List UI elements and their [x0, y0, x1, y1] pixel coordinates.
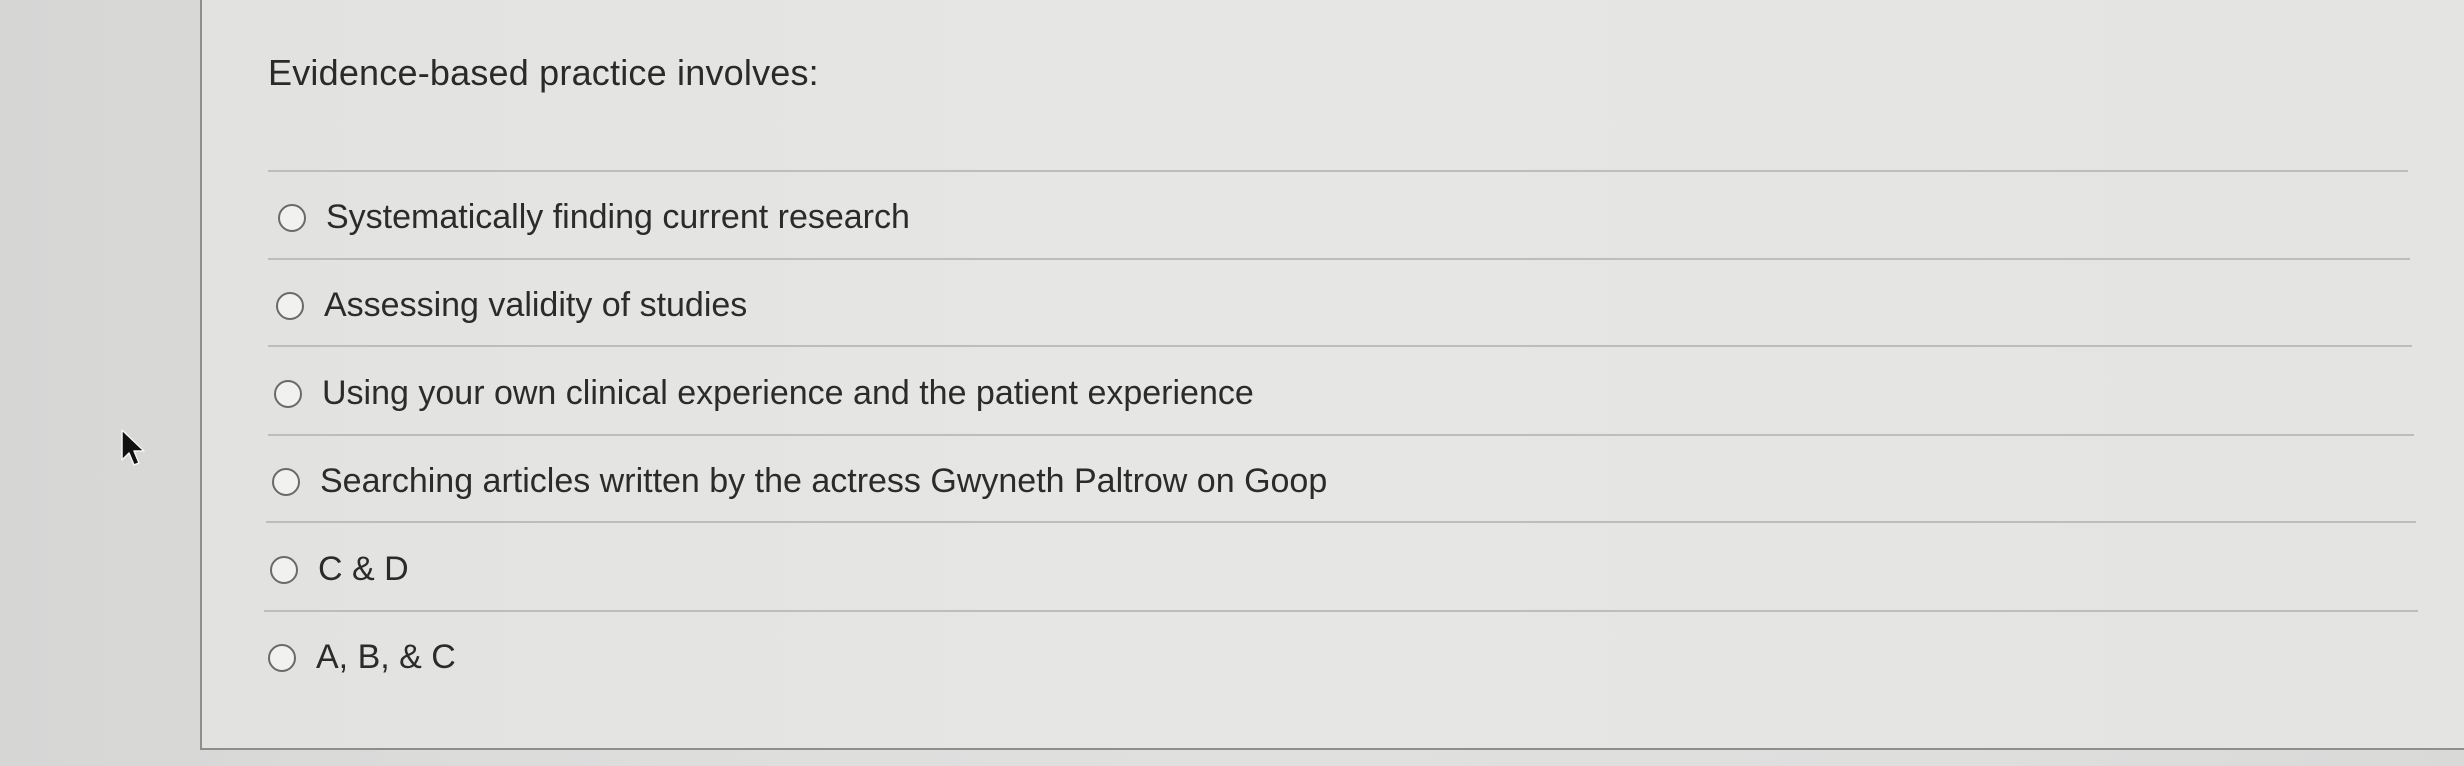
option-divider: [268, 345, 2412, 347]
arrow-pointer-icon: [121, 429, 145, 466]
option-d-label: Searching articles written by the actres…: [320, 462, 1328, 500]
option-f-label: A, B, & C: [316, 638, 456, 676]
radio-option-a[interactable]: [278, 203, 306, 232]
option-divider: [268, 258, 2410, 260]
radio-option-b[interactable]: [276, 291, 304, 320]
option-a[interactable]: Systematically finding current research: [278, 198, 910, 237]
radio-option-c[interactable]: [274, 379, 302, 408]
radio-option-e[interactable]: [270, 555, 298, 584]
option-divider: [264, 610, 2418, 612]
radio-option-d[interactable]: [272, 467, 300, 496]
option-c[interactable]: Using your own clinical experience and t…: [274, 374, 1254, 413]
option-c-label: Using your own clinical experience and t…: [322, 374, 1254, 412]
question-divider: [268, 170, 2408, 172]
option-divider: [266, 521, 2416, 523]
option-f[interactable]: A, B, & C: [268, 638, 456, 677]
radio-option-f[interactable]: [268, 643, 296, 672]
option-b[interactable]: Assessing validity of studies: [276, 286, 747, 325]
option-e[interactable]: C & D: [270, 550, 409, 589]
option-divider: [268, 434, 2414, 436]
option-d[interactable]: Searching articles written by the actres…: [272, 462, 1327, 501]
question-text: Evidence-based practice involves:: [268, 52, 819, 93]
option-b-label: Assessing validity of studies: [324, 286, 748, 324]
option-e-label: C & D: [318, 550, 409, 588]
option-a-label: Systematically finding current research: [326, 198, 910, 236]
